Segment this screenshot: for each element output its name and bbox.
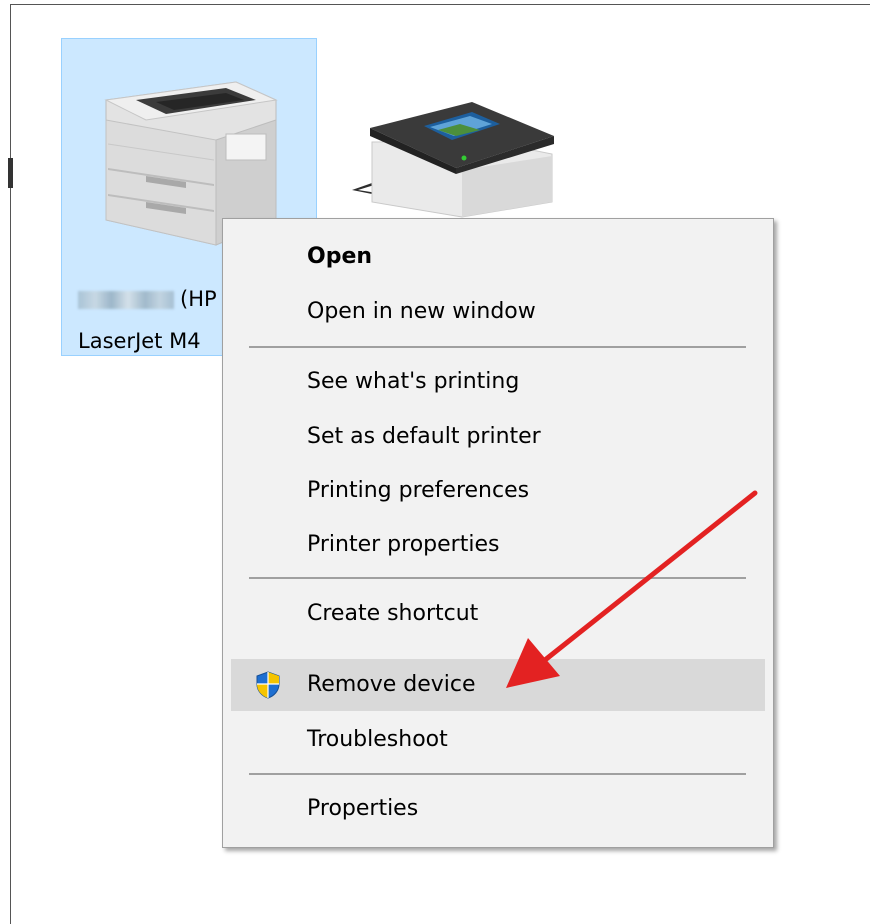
menu-item-properties[interactable]: Properties (231, 783, 765, 835)
generic-printer-icon[interactable] (352, 92, 562, 222)
redacted-device-name (78, 291, 174, 309)
menu-item-create-shortcut[interactable]: Create shortcut (231, 588, 765, 640)
menu-item-label: Remove device (307, 672, 476, 697)
device-model-line: LaserJet M4 (78, 329, 201, 353)
menu-item-remove-device[interactable]: Remove device (231, 659, 765, 711)
device-name-line: (HP (78, 278, 217, 320)
menu-separator (249, 577, 746, 579)
menu-item-label: Troubleshoot (307, 727, 448, 752)
menu-item-set-default-printer[interactable]: Set as default printer (231, 411, 765, 463)
menu-item-troubleshoot[interactable]: Troubleshoot (231, 714, 765, 766)
menu-item-printing-preferences[interactable]: Printing preferences (231, 465, 765, 517)
menu-item-label: Open in new window (307, 299, 536, 324)
menu-item-open[interactable]: Open (231, 231, 765, 283)
menu-item-see-whats-printing[interactable]: See what's printing (231, 356, 765, 408)
device-label: (HP LaserJet M4 (78, 278, 217, 362)
device-name-visible: (HP (180, 287, 217, 311)
menu-item-label: Properties (307, 796, 419, 821)
menu-item-label: Printing preferences (307, 478, 530, 503)
menu-item-label: Open (307, 244, 373, 269)
menu-item-label: Set as default printer (307, 424, 541, 449)
menu-item-open-new-window[interactable]: Open in new window (231, 286, 765, 338)
context-menu: Open Open in new window See what's print… (222, 218, 774, 848)
menu-item-label: Printer properties (307, 532, 500, 557)
uac-shield-icon (256, 671, 280, 699)
menu-item-label: Create shortcut (307, 601, 479, 626)
menu-item-printer-properties[interactable]: Printer properties (231, 519, 765, 571)
menu-item-label: See what's printing (307, 369, 520, 394)
menu-separator (249, 773, 746, 775)
menu-separator (249, 346, 746, 348)
window-edge-mark (8, 158, 13, 188)
